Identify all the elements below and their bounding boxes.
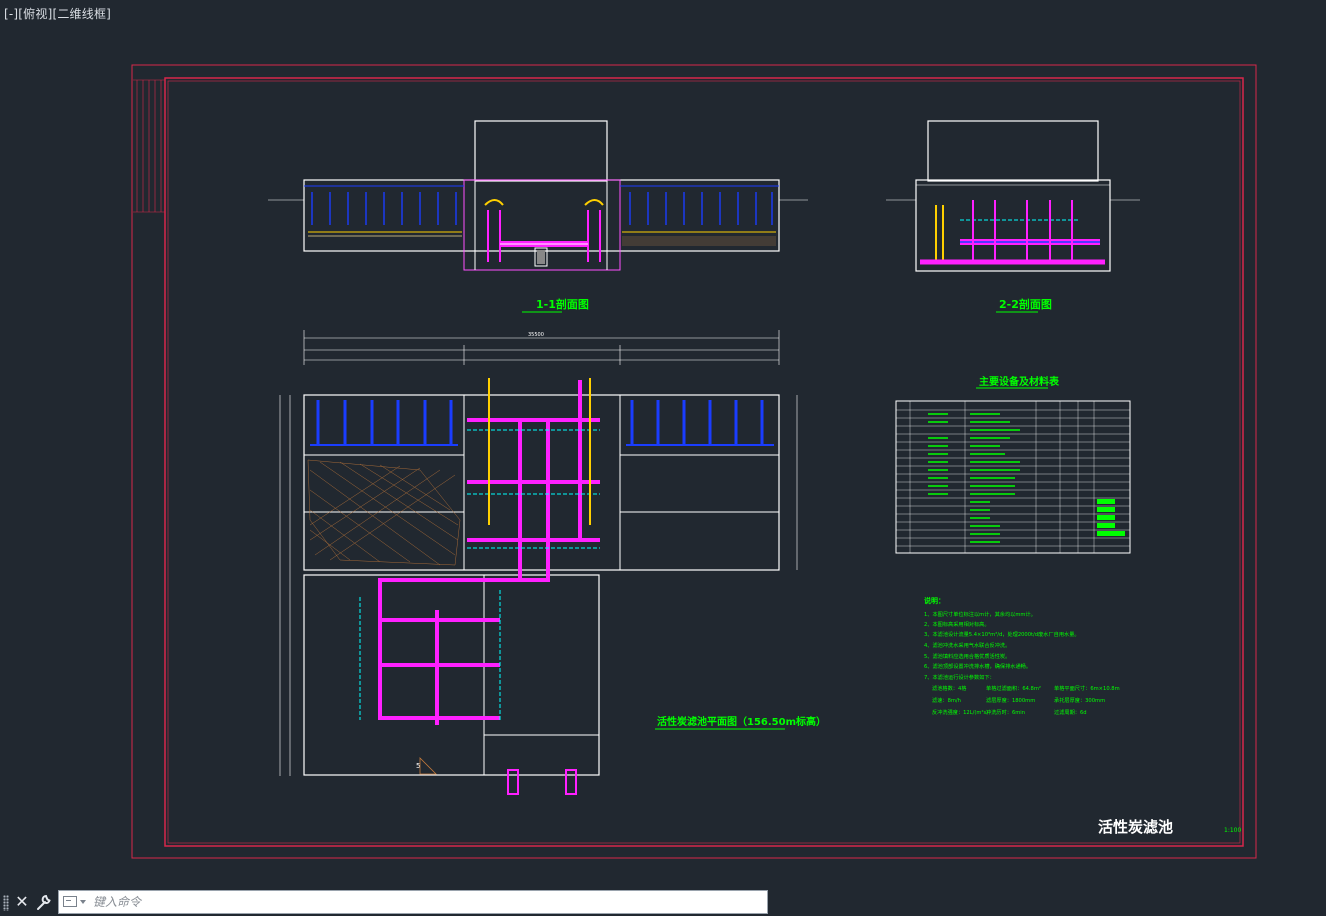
section-2-2-title: 2-2剖面图 [999,297,1052,311]
drawing-scale: 1:100 [1224,827,1241,834]
command-prompt-icon[interactable] [63,896,77,907]
param-3-3: 过滤周期：6d [1054,708,1087,716]
note-1: 1、本图尺寸单位标注以m计，其余均以mm计。 [924,610,1036,618]
param-3-1: 反冲洗强度：12L/(m²s) [932,708,988,716]
sheet-outer-frame [131,64,1257,859]
param-1-3: 单格平面尺寸：6m×10.8m [1054,684,1120,692]
param-3-2: 冲洗历时：6min [986,708,1025,716]
param-2-2: 滤层厚度：1800mm [986,696,1035,704]
command-input-container[interactable] [58,890,768,914]
command-input[interactable] [93,892,753,912]
equipment-table: 主要设备及材料表 [895,375,1131,554]
param-1-1: 滤池格数：4格 [932,684,967,692]
note-3: 3、本滤池设计流量5.4×10³m³/d，处理2000t/d废水厂自用水量。 [924,630,1080,638]
dim-total: 35500 [528,332,544,338]
note-2: 2、本图标高采用相对标高。 [924,620,990,628]
param-2-3: 承托层厚度：300mm [1054,696,1105,704]
sheet-inner-frame [164,77,1244,847]
param-2-1: 滤速：8m/h [932,696,961,704]
section-1-1: 1-1剖面图 [268,120,808,313]
drag-grip-icon[interactable] [3,895,9,911]
section-2-2: 2-2剖面图 [886,120,1140,313]
note-7: 7、本滤池运行设计参数如下： [924,673,995,681]
drawing-canvas[interactable]: 1-1剖面图 2-2剖面图 35500 5 活性炭滤池平面图（156.50m标高… [0,0,1326,888]
param-1-2: 单格过滤面积：64.8m² [986,684,1041,692]
drawing-title: 活性炭滤池 [1098,818,1173,836]
note-5: 5、滤池填料应选用合格优质活性炭。 [924,652,1010,660]
plan-title: 活性炭滤池平面图（156.50m标高） [657,715,826,728]
notes-heading: 说明： [924,596,945,605]
section-1-1-title: 1-1剖面图 [536,297,589,311]
note-4: 4、滤池冲洗水采用气水联合反冲洗。 [924,641,1010,649]
binding-strip [133,79,165,213]
note-6: 6、滤池顶部设置冲洗排水槽，确保排水通畅。 [924,662,1031,670]
plan-view: 35500 5 活性炭滤池平面图（156.50m标高） [279,330,826,795]
notes: 说明： 1、本图尺寸单位标注以m计，其余均以mm计。 2、本图标高采用相对标高。… [924,596,1120,716]
command-line-bar: ✕ [0,888,770,916]
chevron-down-icon[interactable] [80,900,86,904]
wrench-icon[interactable] [35,892,53,912]
close-icon[interactable]: ✕ [14,892,30,911]
equipment-table-title: 主要设备及材料表 [979,375,1060,388]
